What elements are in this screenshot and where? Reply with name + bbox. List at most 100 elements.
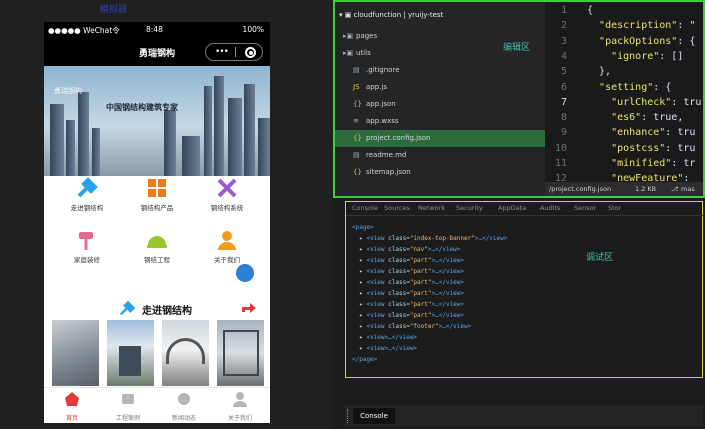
file-tree-item[interactable]: {} app.json <box>335 96 545 113</box>
status-carrier: ●●●●● WeChat令 <box>48 26 120 35</box>
tab-bar: 首页 工程案例 新闻动态 关于我们 <box>44 387 270 423</box>
grid-item-steel-projects[interactable]: 钢结工程 <box>122 228 192 272</box>
tab-home[interactable]: 首页 <box>44 390 100 422</box>
devtools-tab[interactable]: Sources <box>384 204 410 212</box>
customer-service-icon[interactable] <box>236 264 254 282</box>
tab-about[interactable]: 关于我们 <box>212 390 268 422</box>
code-line: }, <box>587 66 612 78</box>
devtools-tab[interactable]: Network <box>418 204 445 212</box>
editor-status-bar: /project.config.json 1.2 KB ⎇ mas <box>545 182 703 196</box>
building-shape <box>92 128 100 176</box>
line-number: 1 <box>560 5 567 16</box>
json-icon: {} <box>353 168 362 176</box>
line-number: 10 <box>554 142 567 154</box>
file-tree-item[interactable]: ≋ app.wxss <box>335 113 545 130</box>
simulator-pane: 模拟器 ●●●●● WeChat令 8:48 100% 勇瑞钢构 ••• 勇瑞钢… <box>0 0 333 429</box>
devtools-tab[interactable]: AppData <box>498 204 526 212</box>
dom-node[interactable]: </page> <box>352 356 377 363</box>
dom-node[interactable]: ▸ <view>…</view> <box>352 334 417 341</box>
code-line: "description": " <box>599 20 696 32</box>
dom-node[interactable]: ▸ <view class="nav">…</view> <box>352 246 460 253</box>
building-shape <box>228 98 242 176</box>
tab-label: 工程案例 <box>115 415 140 422</box>
file-name: pages <box>356 32 378 40</box>
grid-item-steel-products[interactable]: 钢结构产品 <box>122 176 192 220</box>
debug-area: Console Sources Network Security AppData Audi… <box>345 201 704 378</box>
top-banner[interactable]: 勇瑞钢构 中国钢结构建筑专家 <box>44 66 270 176</box>
drag-handle-icon[interactable] <box>347 409 349 423</box>
dom-node[interactable]: ▸ <view>…</view> <box>352 345 417 352</box>
code-line: { <box>587 5 594 16</box>
grid-item-steel-system[interactable]: 钢结构系统 <box>192 176 262 220</box>
code-line: "ignore": [] <box>611 50 684 62</box>
user-icon <box>233 392 247 407</box>
wxss-icon: ≋ <box>353 117 359 125</box>
more-icon[interactable]: ••• <box>215 47 229 57</box>
nav-bar: 勇瑞钢构 ••• <box>44 38 270 66</box>
code-editor[interactable]: 1{2 "description": " 3 "packOptions": {4 … <box>545 2 703 184</box>
grid-item-label: 钢结构系统 <box>210 204 244 212</box>
dom-node[interactable]: ▸ <view class="part">…</view> <box>352 290 464 297</box>
dom-node[interactable]: ▸ <view class="index-top-banner">…</view… <box>352 235 507 242</box>
devtools-tab[interactable]: Stor <box>608 204 621 212</box>
dom-node[interactable]: ▸ <view class="part">…</view> <box>352 279 464 286</box>
paint-roller-icon <box>79 232 93 250</box>
file-name: app.js <box>366 83 387 91</box>
dom-node[interactable]: <page> <box>352 224 374 231</box>
project-root[interactable]: ▾ ▣ cloudfunction | yruijy-test <box>339 11 443 19</box>
tab-cases[interactable]: 工程案例 <box>100 390 156 422</box>
folder-icon: ▸▣ <box>343 49 354 57</box>
devtools-tab[interactable]: Sensor <box>574 204 596 212</box>
section-header: 走进钢结构 <box>44 298 270 318</box>
helmet-icon <box>147 236 167 248</box>
wrench-icon <box>77 177 98 198</box>
kiosk-shape <box>119 346 141 376</box>
dom-node[interactable]: ▸ <view class="part">…</view> <box>352 268 464 275</box>
file-tree-item[interactable]: JS app.js <box>335 79 545 96</box>
building-shape <box>66 120 75 176</box>
photo-thumbnail[interactable] <box>217 320 264 386</box>
photo-thumbnail[interactable] <box>52 320 99 386</box>
file-tree-item[interactable]: {} sitemap.json <box>335 164 545 181</box>
debugger-pane: Console Sources Network Security AppData Audi… <box>333 199 705 429</box>
capsule-menu[interactable]: ••• <box>205 43 263 61</box>
file-name: sitemap.json <box>366 168 411 176</box>
share-icon[interactable] <box>240 300 258 314</box>
line-number: 11 <box>554 158 567 169</box>
console-tab[interactable]: Console <box>353 408 395 424</box>
grid-item-about-us[interactable]: 关于我们 <box>192 228 262 272</box>
grid-item-steel-intro[interactable]: 走进钢结构 <box>52 176 122 220</box>
photo-thumbnail[interactable] <box>107 320 154 386</box>
git-branch: mas <box>681 185 695 193</box>
devtools-tab[interactable]: Audits <box>540 204 560 212</box>
file-tree-item[interactable]: ▤ readme.md <box>335 147 545 164</box>
line-number: 3 <box>560 35 567 47</box>
file-tree-item[interactable]: ▤ .gitignore <box>335 62 545 79</box>
devtools-tab[interactable]: Console <box>352 204 378 212</box>
tab-news[interactable]: 新闻动态 <box>156 390 212 422</box>
arch-shape <box>166 338 205 364</box>
grid-item-home-decoration[interactable]: 家庭装修 <box>52 228 122 272</box>
line-number: 8 <box>560 112 567 124</box>
building-shape <box>182 136 200 176</box>
tab-label: 关于我们 <box>227 415 252 422</box>
code-line: "postcss": tru <box>611 142 696 154</box>
devtools-tab[interactable]: Security <box>456 204 483 212</box>
line-number: 7 <box>560 96 567 108</box>
json-icon: {} <box>353 100 362 108</box>
devtools-tabs: Console Sources Network Security AppData Audi… <box>346 202 704 216</box>
dom-node[interactable]: ▸ <view class="footer">…</view> <box>352 323 471 330</box>
dom-node[interactable]: ▸ <view class="part">…</view> <box>352 257 464 264</box>
building-shape <box>204 86 212 176</box>
folder-icon: ▸▣ <box>343 32 354 40</box>
line-number: 6 <box>560 81 567 93</box>
tab-label: 首页 <box>65 415 78 422</box>
close-mini-program-icon[interactable] <box>245 47 256 58</box>
dom-node[interactable]: ▸ <view class="part">…</view> <box>352 312 464 319</box>
file-size: 1.2 KB <box>635 185 657 193</box>
file-tree-item[interactable]: {} project.config.json <box>335 130 545 147</box>
dom-node[interactable]: ▸ <view class="part">…</view> <box>352 301 464 308</box>
file-name: app.wxss <box>366 117 399 125</box>
banner-subtitle: 勇瑞钢构 <box>54 87 82 95</box>
photo-thumbnail[interactable] <box>162 320 209 386</box>
